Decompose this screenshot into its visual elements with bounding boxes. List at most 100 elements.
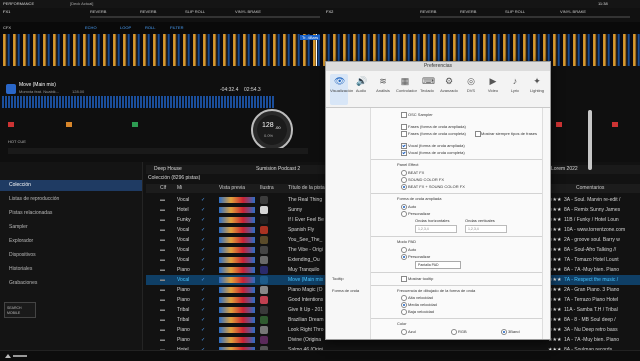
row-check-icon: ✓ bbox=[201, 317, 206, 323]
tab-lorem[interactable]: Lorem 2022 bbox=[551, 167, 578, 172]
color-rgb-radio[interactable] bbox=[451, 329, 457, 335]
col-preview[interactable]: Vista previa bbox=[219, 186, 245, 191]
tab-eye[interactable]: 👁 Visualización bbox=[330, 74, 353, 105]
col-art[interactable]: Ilustra bbox=[260, 186, 274, 191]
fx2-level-bar[interactable] bbox=[420, 16, 630, 18]
panel-beat-fx-radio[interactable] bbox=[401, 170, 407, 176]
deck-1-artist: Momxta feat. Nuabik... bbox=[19, 89, 60, 94]
sidebar-item[interactable]: Listas de reproducción bbox=[0, 194, 142, 205]
color-blue-radio[interactable] bbox=[401, 329, 407, 335]
tab-controller[interactable]: ▦ Controlador bbox=[396, 74, 417, 105]
fx1-level-bar[interactable] bbox=[90, 16, 320, 18]
deck-1-overview-wave[interactable] bbox=[2, 96, 274, 108]
tab-lyric[interactable]: ♪ Lyric bbox=[506, 74, 524, 105]
tab-lighting[interactable]: ✦ Lighting bbox=[528, 74, 546, 105]
col-mi[interactable]: Mi bbox=[177, 186, 182, 191]
fx2-slot-2[interactable]: REVERB bbox=[460, 9, 476, 14]
row-genre: Vocal bbox=[177, 237, 190, 243]
wave-high-radio[interactable] bbox=[401, 295, 407, 301]
prefs-scrollbar[interactable] bbox=[588, 110, 592, 170]
row-preview-wave[interactable] bbox=[219, 307, 255, 313]
sidebar-item[interactable]: Historiales bbox=[0, 264, 142, 275]
cfx-tag-2[interactable]: LOOP bbox=[120, 25, 131, 30]
vocal-full-checkbox[interactable] bbox=[401, 150, 407, 156]
tab-speaker[interactable]: 🔊 Audio bbox=[352, 74, 370, 105]
tab-keyboard[interactable]: ⌨ Teclado bbox=[418, 74, 436, 105]
row-preview-wave[interactable] bbox=[219, 297, 255, 303]
fx1-slot-2[interactable]: REVERB bbox=[140, 9, 156, 14]
sidebar-item[interactable]: Explorador bbox=[0, 236, 142, 247]
wave-ampl-custom-radio[interactable] bbox=[401, 211, 407, 217]
panel-sound-color-radio[interactable] bbox=[401, 177, 407, 183]
tab-analysis[interactable]: ≋ Análisis bbox=[374, 74, 392, 105]
tab-deep-house[interactable]: Deep House bbox=[154, 167, 182, 172]
row-preview-wave[interactable] bbox=[219, 227, 255, 233]
hot-cue-c[interactable] bbox=[132, 122, 138, 127]
wave-ampl-auto-radio[interactable] bbox=[401, 204, 407, 210]
fx1-slot-3[interactable]: SLIP ROLL bbox=[185, 9, 205, 14]
preferences-dialog: Preferencias 👁 Visualización 🔊 Audio ≋ Anális… bbox=[325, 61, 592, 340]
row-comment: 2A - Gran Piano. 3 Piano bbox=[564, 287, 620, 293]
col-clf[interactable]: Clf bbox=[160, 186, 166, 191]
osc-sampler-checkbox[interactable] bbox=[401, 112, 407, 118]
hot-cue-a[interactable] bbox=[8, 122, 14, 127]
show-tooltip-checkbox[interactable] bbox=[401, 276, 407, 282]
sidebar-item[interactable]: Sampler bbox=[0, 222, 142, 233]
fx2-slot-1[interactable]: REVERB bbox=[420, 9, 436, 14]
row-preview-wave[interactable] bbox=[219, 257, 255, 263]
row-preview-wave[interactable] bbox=[219, 237, 255, 243]
row-drag-icon: ▬ bbox=[160, 277, 165, 283]
tab-video[interactable]: ▶ Video bbox=[484, 74, 502, 105]
wave-low-radio[interactable] bbox=[401, 309, 407, 315]
row-preview-wave[interactable] bbox=[219, 267, 255, 273]
mode-label[interactable]: PERFORMANCE bbox=[3, 1, 34, 6]
row-preview-wave[interactable] bbox=[219, 217, 255, 223]
tab-advanced[interactable]: ⚙ Avanzado bbox=[440, 74, 458, 105]
row-preview-wave[interactable] bbox=[219, 317, 255, 323]
fx1-slot-1[interactable]: REVERB bbox=[90, 9, 106, 14]
cfx-tag-4[interactable]: FILTER bbox=[170, 25, 183, 30]
vert-waves-input[interactable]: 1,2,3,4 bbox=[465, 225, 507, 233]
phase-expanded-checkbox[interactable] bbox=[401, 124, 407, 130]
deck-1-jog[interactable] bbox=[251, 109, 293, 151]
sidebar-item[interactable]: Dispositivos bbox=[0, 250, 142, 261]
wave-mid-radio[interactable] bbox=[401, 302, 407, 308]
row-preview-wave[interactable] bbox=[219, 277, 255, 283]
row-preview-wave[interactable] bbox=[219, 337, 255, 343]
pad-auto-radio[interactable] bbox=[401, 247, 407, 253]
pad-display-select[interactable]: Pantalla PAD bbox=[415, 261, 461, 269]
deck-1-pad-row[interactable] bbox=[8, 148, 308, 154]
cfx-tag-3[interactable]: ROLL bbox=[145, 25, 155, 30]
color-3band-radio[interactable] bbox=[501, 329, 507, 335]
phase-full-checkbox[interactable] bbox=[401, 131, 407, 137]
sidebar-item[interactable]: Colección bbox=[0, 180, 142, 191]
col-title[interactable]: Título de la pista bbox=[288, 186, 325, 191]
sidebar-item[interactable]: Grabaciones bbox=[0, 278, 142, 289]
fx2-slot-3[interactable]: SLIP ROLL bbox=[505, 9, 525, 14]
search-mobile-button[interactable]: SEARCH MOBILE bbox=[4, 302, 36, 318]
panel-both-radio[interactable] bbox=[401, 184, 407, 190]
sidebar-item[interactable]: Pistas relacionadas bbox=[0, 208, 142, 219]
col-comments[interactable]: Comentarios bbox=[576, 186, 604, 191]
cfx-tag-1[interactable]: ECHO bbox=[85, 25, 97, 30]
hot-cue-b[interactable] bbox=[66, 122, 72, 127]
tab-podcast[interactable]: Sumision Podcast 2 bbox=[256, 167, 300, 172]
row-genre: Vocal bbox=[177, 247, 190, 253]
pad-custom-radio[interactable] bbox=[401, 254, 407, 260]
fx1-slot-4[interactable]: VINYL BRAKE bbox=[235, 9, 261, 14]
row-preview-wave[interactable] bbox=[219, 247, 255, 253]
row-preview-wave[interactable] bbox=[219, 207, 255, 213]
row-drag-icon: ▬ bbox=[160, 257, 165, 263]
row-comment: 3A - Soul. Marvin re-edit / bbox=[564, 197, 621, 203]
search-mobile-label: SEARCH MOBILE bbox=[7, 306, 22, 315]
vocal-expanded-checkbox[interactable] bbox=[401, 143, 407, 149]
tab-dvs[interactable]: ◎ DVS bbox=[462, 74, 480, 105]
deck-2-cue-a[interactable] bbox=[556, 122, 562, 127]
row-preview-wave[interactable] bbox=[219, 287, 255, 293]
deck-2-cue-b[interactable] bbox=[612, 122, 618, 127]
row-preview-wave[interactable] bbox=[219, 327, 255, 333]
hot-cue-label: HOT CUE bbox=[8, 139, 26, 144]
row-preview-wave[interactable] bbox=[219, 197, 255, 203]
horiz-waves-input[interactable]: 1,2,3,4 bbox=[415, 225, 457, 233]
fx2-slot-4[interactable]: VINYL BRAKE bbox=[560, 9, 586, 14]
